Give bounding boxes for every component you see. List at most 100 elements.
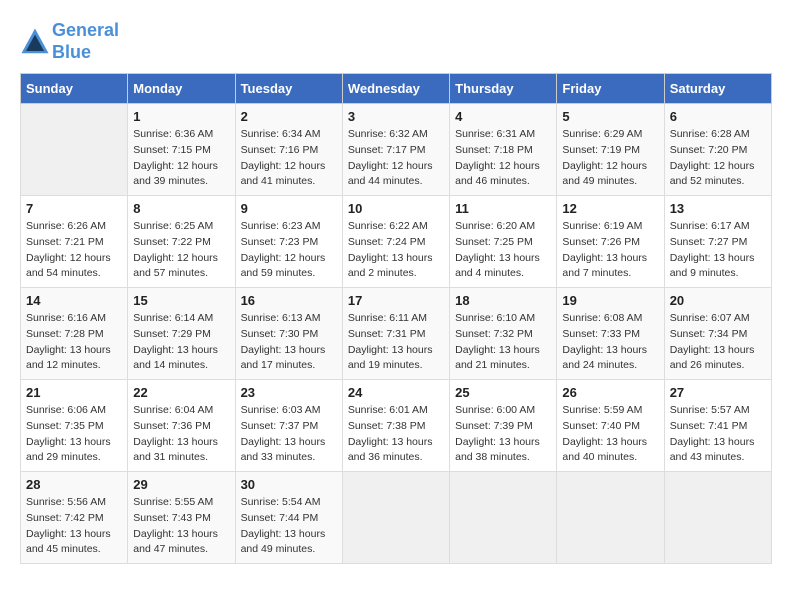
day-info: Sunrise: 6:25 AM Sunset: 7:22 PM Dayligh… — [133, 219, 229, 282]
calendar-cell: 24 Sunrise: 6:01 AM Sunset: 7:38 PM Dayl… — [342, 380, 449, 472]
day-number: 18 — [455, 293, 551, 308]
day-number: 13 — [670, 201, 766, 216]
sunset-text: Sunset: 7:37 PM — [241, 419, 337, 435]
sunrise-text: Sunrise: 6:04 AM — [133, 403, 229, 419]
daylight-text: Daylight: 12 hours and 39 minutes. — [133, 159, 229, 191]
daylight-text: Daylight: 13 hours and 47 minutes. — [133, 527, 229, 559]
calendar-cell: 10 Sunrise: 6:22 AM Sunset: 7:24 PM Dayl… — [342, 196, 449, 288]
sunset-text: Sunset: 7:25 PM — [455, 235, 551, 251]
calendar-week-row: 21 Sunrise: 6:06 AM Sunset: 7:35 PM Dayl… — [21, 380, 772, 472]
calendar-cell: 8 Sunrise: 6:25 AM Sunset: 7:22 PM Dayli… — [128, 196, 235, 288]
sunset-text: Sunset: 7:27 PM — [670, 235, 766, 251]
daylight-text: Daylight: 13 hours and 33 minutes. — [241, 435, 337, 467]
day-number: 14 — [26, 293, 122, 308]
day-info: Sunrise: 6:17 AM Sunset: 7:27 PM Dayligh… — [670, 219, 766, 282]
day-number: 22 — [133, 385, 229, 400]
daylight-text: Daylight: 13 hours and 14 minutes. — [133, 343, 229, 375]
day-number: 15 — [133, 293, 229, 308]
sunrise-text: Sunrise: 6:29 AM — [562, 127, 658, 143]
weekday-header: Sunday — [21, 74, 128, 104]
calendar-week-row: 1 Sunrise: 6:36 AM Sunset: 7:15 PM Dayli… — [21, 104, 772, 196]
calendar-cell — [450, 472, 557, 564]
daylight-text: Daylight: 13 hours and 49 minutes. — [241, 527, 337, 559]
day-info: Sunrise: 6:11 AM Sunset: 7:31 PM Dayligh… — [348, 311, 444, 374]
day-number: 21 — [26, 385, 122, 400]
day-info: Sunrise: 6:36 AM Sunset: 7:15 PM Dayligh… — [133, 127, 229, 190]
sunrise-text: Sunrise: 6:01 AM — [348, 403, 444, 419]
sunrise-text: Sunrise: 6:16 AM — [26, 311, 122, 327]
sunrise-text: Sunrise: 5:59 AM — [562, 403, 658, 419]
day-number: 19 — [562, 293, 658, 308]
sunrise-text: Sunrise: 6:06 AM — [26, 403, 122, 419]
day-number: 11 — [455, 201, 551, 216]
sunrise-text: Sunrise: 6:07 AM — [670, 311, 766, 327]
sunset-text: Sunset: 7:41 PM — [670, 419, 766, 435]
calendar-week-row: 28 Sunrise: 5:56 AM Sunset: 7:42 PM Dayl… — [21, 472, 772, 564]
sunrise-text: Sunrise: 6:36 AM — [133, 127, 229, 143]
calendar-cell — [342, 472, 449, 564]
day-info: Sunrise: 6:01 AM Sunset: 7:38 PM Dayligh… — [348, 403, 444, 466]
day-info: Sunrise: 6:19 AM Sunset: 7:26 PM Dayligh… — [562, 219, 658, 282]
calendar-cell: 20 Sunrise: 6:07 AM Sunset: 7:34 PM Dayl… — [664, 288, 771, 380]
calendar-cell: 26 Sunrise: 5:59 AM Sunset: 7:40 PM Dayl… — [557, 380, 664, 472]
sunrise-text: Sunrise: 6:00 AM — [455, 403, 551, 419]
calendar-cell: 30 Sunrise: 5:54 AM Sunset: 7:44 PM Dayl… — [235, 472, 342, 564]
sunrise-text: Sunrise: 6:14 AM — [133, 311, 229, 327]
day-info: Sunrise: 6:07 AM Sunset: 7:34 PM Dayligh… — [670, 311, 766, 374]
daylight-text: Daylight: 12 hours and 52 minutes. — [670, 159, 766, 191]
calendar-cell — [664, 472, 771, 564]
weekday-header: Thursday — [450, 74, 557, 104]
sunset-text: Sunset: 7:35 PM — [26, 419, 122, 435]
sunset-text: Sunset: 7:29 PM — [133, 327, 229, 343]
daylight-text: Daylight: 12 hours and 46 minutes. — [455, 159, 551, 191]
day-number: 9 — [241, 201, 337, 216]
sunrise-text: Sunrise: 5:54 AM — [241, 495, 337, 511]
day-info: Sunrise: 5:55 AM Sunset: 7:43 PM Dayligh… — [133, 495, 229, 558]
calendar-cell: 6 Sunrise: 6:28 AM Sunset: 7:20 PM Dayli… — [664, 104, 771, 196]
sunrise-text: Sunrise: 6:25 AM — [133, 219, 229, 235]
logo: General Blue — [20, 20, 119, 63]
calendar-header-row: SundayMondayTuesdayWednesdayThursdayFrid… — [21, 74, 772, 104]
day-number: 24 — [348, 385, 444, 400]
day-info: Sunrise: 5:57 AM Sunset: 7:41 PM Dayligh… — [670, 403, 766, 466]
day-number: 8 — [133, 201, 229, 216]
weekday-header: Monday — [128, 74, 235, 104]
sunset-text: Sunset: 7:33 PM — [562, 327, 658, 343]
sunrise-text: Sunrise: 6:32 AM — [348, 127, 444, 143]
daylight-text: Daylight: 13 hours and 2 minutes. — [348, 251, 444, 283]
calendar-table: SundayMondayTuesdayWednesdayThursdayFrid… — [20, 73, 772, 564]
sunset-text: Sunset: 7:31 PM — [348, 327, 444, 343]
sunrise-text: Sunrise: 6:13 AM — [241, 311, 337, 327]
calendar-cell — [21, 104, 128, 196]
calendar-cell: 18 Sunrise: 6:10 AM Sunset: 7:32 PM Dayl… — [450, 288, 557, 380]
daylight-text: Daylight: 12 hours and 57 minutes. — [133, 251, 229, 283]
day-number: 6 — [670, 109, 766, 124]
calendar-cell: 12 Sunrise: 6:19 AM Sunset: 7:26 PM Dayl… — [557, 196, 664, 288]
daylight-text: Daylight: 13 hours and 12 minutes. — [26, 343, 122, 375]
sunset-text: Sunset: 7:22 PM — [133, 235, 229, 251]
calendar-cell: 7 Sunrise: 6:26 AM Sunset: 7:21 PM Dayli… — [21, 196, 128, 288]
day-info: Sunrise: 6:20 AM Sunset: 7:25 PM Dayligh… — [455, 219, 551, 282]
daylight-text: Daylight: 13 hours and 29 minutes. — [26, 435, 122, 467]
day-number: 25 — [455, 385, 551, 400]
sunset-text: Sunset: 7:20 PM — [670, 143, 766, 159]
sunrise-text: Sunrise: 5:55 AM — [133, 495, 229, 511]
day-number: 23 — [241, 385, 337, 400]
logo-icon — [20, 27, 50, 57]
weekday-header: Tuesday — [235, 74, 342, 104]
day-info: Sunrise: 6:26 AM Sunset: 7:21 PM Dayligh… — [26, 219, 122, 282]
sunset-text: Sunset: 7:30 PM — [241, 327, 337, 343]
daylight-text: Daylight: 12 hours and 44 minutes. — [348, 159, 444, 191]
day-info: Sunrise: 6:04 AM Sunset: 7:36 PM Dayligh… — [133, 403, 229, 466]
sunset-text: Sunset: 7:26 PM — [562, 235, 658, 251]
sunrise-text: Sunrise: 6:17 AM — [670, 219, 766, 235]
calendar-cell: 14 Sunrise: 6:16 AM Sunset: 7:28 PM Dayl… — [21, 288, 128, 380]
daylight-text: Daylight: 13 hours and 40 minutes. — [562, 435, 658, 467]
calendar-body: 1 Sunrise: 6:36 AM Sunset: 7:15 PM Dayli… — [21, 104, 772, 564]
day-number: 20 — [670, 293, 766, 308]
sunset-text: Sunset: 7:39 PM — [455, 419, 551, 435]
day-info: Sunrise: 6:28 AM Sunset: 7:20 PM Dayligh… — [670, 127, 766, 190]
day-number: 30 — [241, 477, 337, 492]
sunset-text: Sunset: 7:18 PM — [455, 143, 551, 159]
day-number: 12 — [562, 201, 658, 216]
